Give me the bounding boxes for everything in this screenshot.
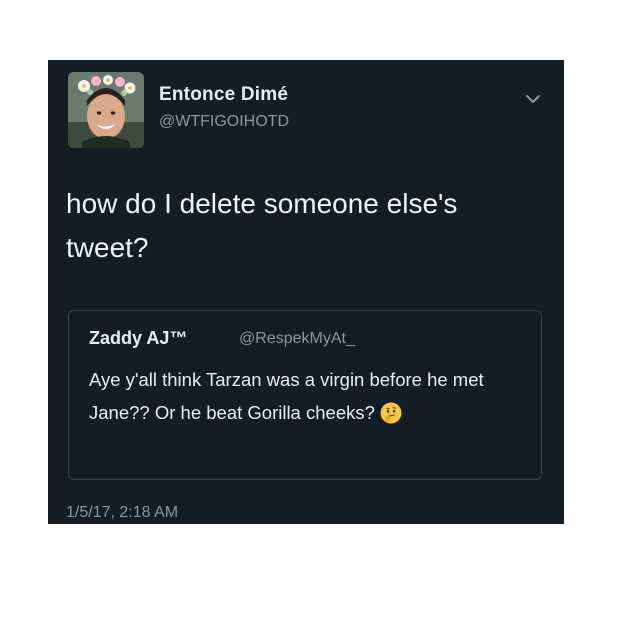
quoted-display-name[interactable]: Zaddy AJ™ [89,328,187,349]
quoted-tweet-text-container: Aye y'all think Tarzan was a virgin befo… [89,363,529,429]
tweet-text: how do I delete someone else's tweet? [66,188,458,263]
user-avatar[interactable] [68,72,144,148]
chevron-down-icon[interactable] [522,88,544,110]
quoted-user-handle[interactable]: @RespekMyAt_ [239,330,355,348]
tweet-card[interactable]: Entonce Dimé @WTFIGOIHOTD how do I delet… [48,60,564,524]
tweet-timestamp[interactable]: 1/5/17, 2:18 AM [66,504,178,522]
quoted-tweet-text: Aye y'all think Tarzan was a virgin befo… [89,369,484,423]
avatar-image [68,72,144,148]
quoted-tweet[interactable]: Zaddy AJ™ @RespekMyAt_ Aye y'all think T… [68,310,542,480]
display-name[interactable]: Entonce Dimé [159,84,288,106]
thinking-face-icon [379,401,403,425]
user-handle[interactable]: @WTFIGOIHOTD [159,113,289,131]
